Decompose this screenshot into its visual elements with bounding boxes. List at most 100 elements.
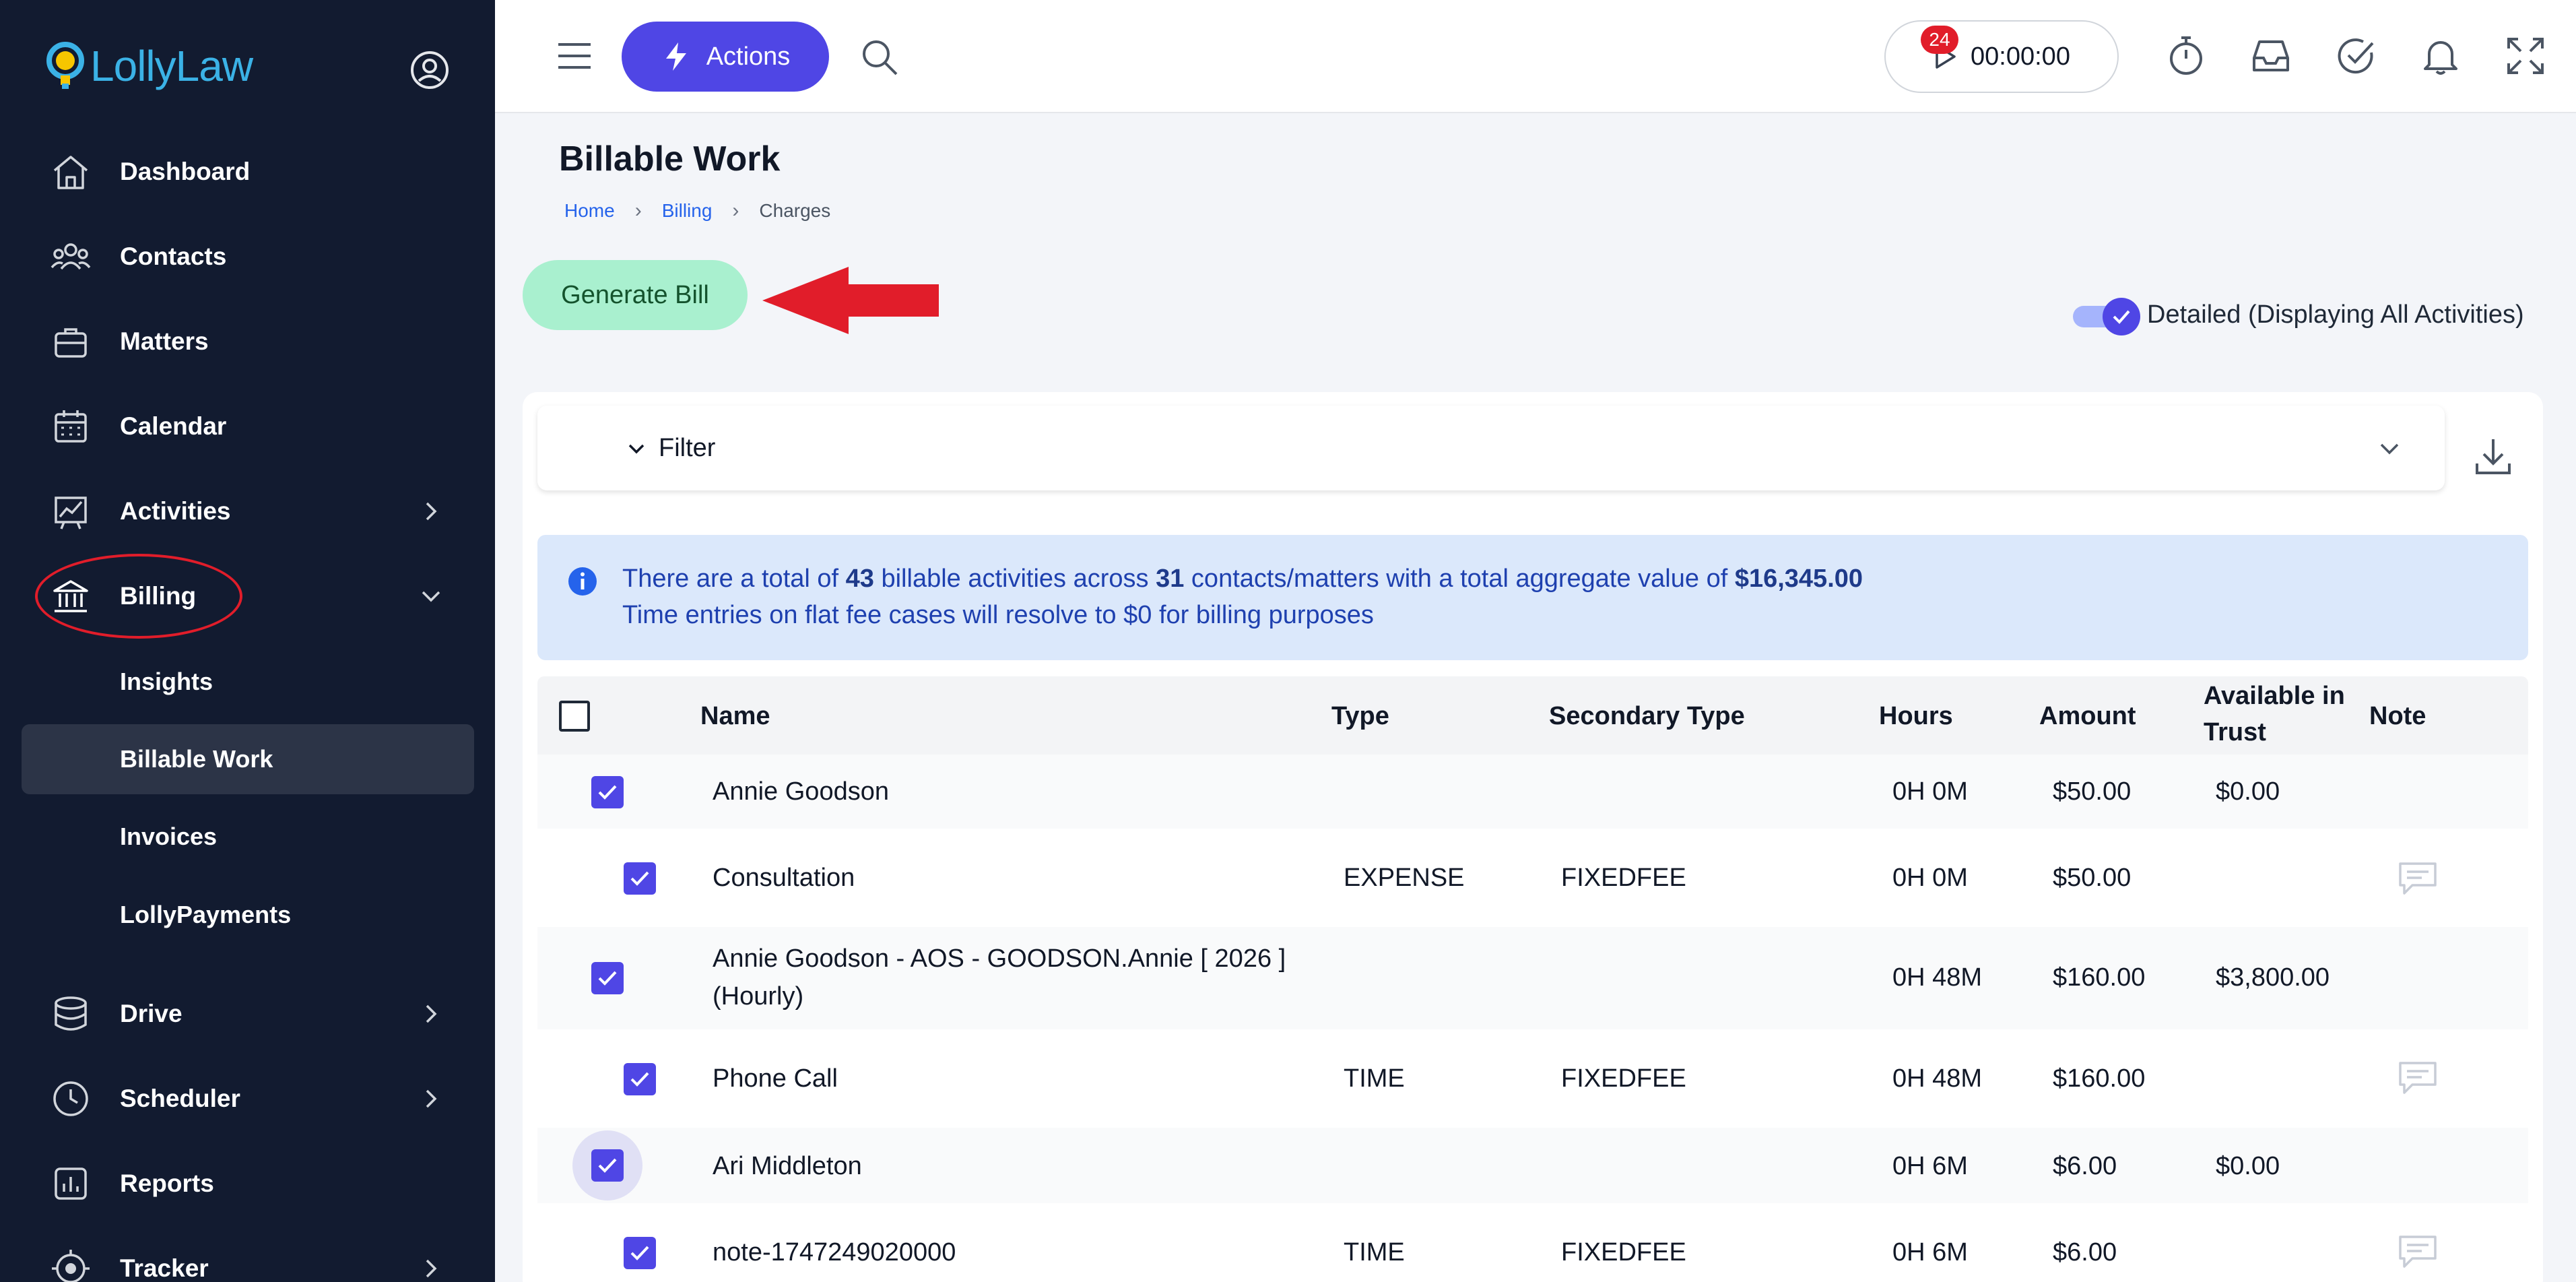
fullscreen-icon[interactable] [2505,35,2546,77]
column-header-secondary-type[interactable]: Secondary Type [1549,702,1745,731]
row-checkbox[interactable] [591,962,624,994]
cell-hours: 0H 6M [1892,1238,1968,1267]
cell-amount: $6.00 [2053,1238,2117,1267]
cell-hours: 0H 0M [1892,777,1968,806]
detailed-toggle[interactable] [2073,298,2140,335]
sidebar-item-reports[interactable]: Reports [0,1150,495,1217]
cell-amount: $160.00 [2053,963,2146,992]
bar-chart-icon [48,1161,93,1206]
generate-bill-button[interactable]: Generate Bill [523,260,748,330]
sidebar-item-tracker[interactable]: Tracker [0,1235,495,1282]
user-profile-icon[interactable] [408,49,451,92]
chevron-right-icon [426,1259,437,1278]
check-circle-icon[interactable] [2335,35,2377,77]
column-header-amount[interactable]: Amount [2039,702,2136,731]
checkmark-icon [2113,310,2130,324]
sidebar-item-activities[interactable]: Activities [0,478,495,545]
row-checkbox[interactable] [624,1063,656,1095]
row-checkbox[interactable] [624,862,656,895]
detailed-toggle-label: Detailed (Displaying All Activities) [2147,300,2524,329]
chevron-down-icon [628,444,645,453]
sidebar-item-label: Activities [120,497,231,525]
chevron-down-icon[interactable] [2376,435,2403,462]
people-icon [48,234,93,279]
target-icon [48,1246,93,1282]
cell-trust: $0.00 [2216,777,2280,806]
chevron-down-icon [422,591,440,602]
sidebar-item-contacts[interactable]: Contacts [0,223,495,290]
column-header-note[interactable]: Note [2369,702,2426,731]
breadcrumb-chevron-icon: › [634,199,642,222]
search-icon[interactable] [860,38,899,77]
sidebar-item-label: Tracker [120,1254,209,1282]
cell-secondary-type: FIXEDFEE [1561,864,1686,892]
checkmark-icon [598,785,617,800]
sidebar-subitem-insights[interactable]: Insights [22,647,474,717]
filter-bar[interactable]: Filter [537,406,2445,490]
billing-annotation-circle [35,554,242,639]
info-text: billable activities across [873,565,1156,593]
filter-toggle[interactable]: Filter [626,434,715,463]
chevron-right-icon [426,1004,437,1023]
cell-name: Annie Goodson - AOS - GOODSON.Annie [ 20… [713,944,1286,973]
download-icon[interactable] [2472,435,2515,478]
app-logo[interactable]: LollyLaw [44,39,253,93]
stopwatch-icon[interactable] [2165,35,2207,77]
cell-name: Ari Middleton [713,1152,862,1180]
filter-label: Filter [659,434,716,462]
cell-trust: $3,800.00 [2216,963,2330,992]
sidebar-item-scheduler[interactable]: Scheduler [0,1065,495,1132]
breadcrumb-chevron-icon: › [732,199,739,222]
note-icon[interactable] [2398,1060,2438,1095]
chart-icon [48,489,93,534]
notification-badge: 24 [1921,26,1958,54]
checkmark-icon [598,971,617,986]
sidebar-item-calendar[interactable]: Calendar [0,393,495,460]
column-header-trust-line2: Trust [2204,718,2266,746]
row-checkbox[interactable] [624,1237,656,1269]
timer-button[interactable]: 00:00:00 [1884,20,2119,93]
cell-amount: $160.00 [2053,1064,2146,1093]
select-all-checkbox[interactable] [559,701,590,732]
clock-icon [48,1077,93,1121]
row-checkbox[interactable] [591,1149,624,1182]
sidebar-item-label: Calendar [120,412,227,440]
info-icon [568,567,597,596]
note-icon[interactable] [2398,1234,2438,1269]
arrow-left-annotation-icon [762,267,939,334]
breadcrumb-billing[interactable]: Billing [662,200,713,222]
sidebar-item-matters[interactable]: Matters [0,308,495,375]
table-row: Annie Goodson 0H 0M $50.00 $0.00 [537,755,2528,829]
sidebar-subitem-billable-work[interactable]: Billable Work [22,724,474,794]
sidebar-item-label: Dashboard [120,158,251,185]
cell-type: TIME [1344,1238,1405,1267]
column-header-trust[interactable]: Available in [2204,682,2345,711]
table-header: Name Type Secondary Type Hours Amount Av… [537,676,2528,755]
sidebar-subitem-label: Invoices [120,823,218,850]
sidebar-subitem-lollypayments[interactable]: LollyPayments [22,880,474,950]
cell-secondary-type: FIXEDFEE [1561,1064,1686,1093]
note-icon[interactable] [2398,861,2438,896]
column-header-name[interactable]: Name [700,702,770,731]
sidebar-item-dashboard[interactable]: Dashboard [0,138,495,205]
bell-icon[interactable] [2420,35,2462,77]
checkmark-icon [630,1246,649,1260]
breadcrumb-home[interactable]: Home [564,200,615,222]
column-header-hours[interactable]: Hours [1879,702,1953,731]
info-note-line: Time entries on flat fee cases will reso… [622,601,1374,629]
table-row: note-1747249020000 TIME FIXEDFEE 0H 6M $… [537,1203,2528,1282]
page-title: Billable Work [559,139,781,179]
lightbulb-logo-icon [46,42,84,89]
column-header-type[interactable]: Type [1331,702,1389,731]
table-row: Consultation EXPENSE FIXEDFEE 0H 0M $50.… [537,829,2528,927]
cell-type: EXPENSE [1344,864,1465,892]
hamburger-menu-icon[interactable] [556,40,593,71]
inbox-icon[interactable] [2250,35,2292,77]
cell-hours: 0H 6M [1892,1152,1968,1180]
sidebar-item-drive[interactable]: Drive [0,980,495,1048]
actions-button[interactable]: Actions [622,22,829,92]
row-checkbox[interactable] [591,776,624,808]
info-summary-line: There are a total of 43 billable activit… [622,565,1863,594]
checkmark-icon [630,1072,649,1087]
sidebar-subitem-invoices[interactable]: Invoices [22,802,474,872]
